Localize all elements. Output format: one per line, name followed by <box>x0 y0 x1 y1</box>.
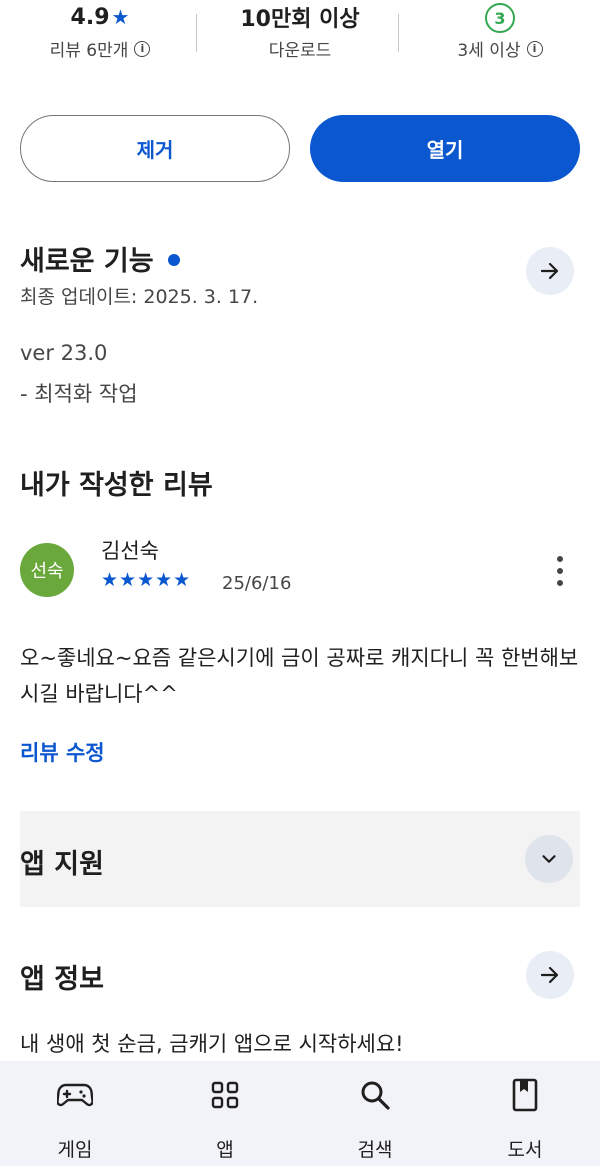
nav-apps[interactable]: 앱 <box>150 1061 300 1166</box>
update-note: - 최적화 작업 <box>20 382 138 406</box>
reviewer-name: 김선숙 <box>101 539 159 563</box>
nav-search[interactable]: 검색 <box>300 1061 450 1166</box>
app-info-arrow-button[interactable] <box>526 951 574 999</box>
rating-value: 4.9 <box>70 4 110 30</box>
chevron-down-icon <box>542 855 556 863</box>
nav-label: 도서 <box>507 1139 543 1161</box>
apps-grid-icon <box>211 1081 239 1109</box>
nav-label: 앱 <box>216 1139 234 1161</box>
info-icon: i <box>526 40 543 57</box>
whats-new-heading: 새로운 기능 <box>20 239 180 278</box>
arrow-right-icon <box>540 262 559 280</box>
nav-label: 검색 <box>357 1139 393 1161</box>
expand-button[interactable] <box>525 835 573 883</box>
avatar: 선숙 <box>20 543 74 597</box>
last-updated: 최종 업데이트: 2025. 3. 17. <box>20 286 259 308</box>
gamepad-icon <box>57 1083 93 1107</box>
star-icon: ★ <box>111 5 130 29</box>
new-indicator-dot <box>167 253 180 266</box>
my-review-title: 내가 작성한 리뷰 <box>20 470 213 501</box>
review-text: 오~좋네요~요즘 같은시기에 금이 공짜로 캐지다니 꼭 한번해보시길 바랍니다… <box>20 646 579 706</box>
review-date: 25/6/16 <box>222 573 292 594</box>
age-stat[interactable]: 3 3세 이상 i <box>400 0 600 80</box>
bottom-navigation: 게임 앱 검색 도서 <box>0 1061 600 1166</box>
more-options-icon[interactable] <box>550 556 570 586</box>
app-description: 내 생애 첫 순금, 금캐기 앱으로 시작하세요! <box>20 1032 404 1056</box>
open-button[interactable]: 열기 <box>310 115 580 182</box>
search-icon <box>361 1081 390 1110</box>
app-support-title: 앱 지원 <box>20 849 104 880</box>
version-text: ver 23.0 <box>20 341 108 365</box>
rating-label: 리뷰 6만개 <box>49 41 129 61</box>
divider <box>196 14 197 52</box>
nav-games[interactable]: 게임 <box>0 1061 150 1166</box>
book-icon <box>512 1078 538 1112</box>
app-support-row[interactable]: 앱 지원 <box>20 811 580 907</box>
edit-review-link[interactable]: 리뷰 수정 <box>20 737 105 767</box>
star-rating: ★★★★★ <box>101 569 192 591</box>
downloads-value: 10만회 이상 <box>240 7 360 32</box>
arrow-right-icon <box>540 966 559 984</box>
divider <box>398 14 399 52</box>
info-icon: i <box>134 40 151 57</box>
stats-row: 4.9 ★ 리뷰 6만개 i 10만회 이상 다운로드 3 3세 이상 i <box>0 0 600 80</box>
nav-label: 게임 <box>57 1139 93 1161</box>
downloads-stat: 10만회 이상 다운로드 <box>200 0 400 80</box>
age-label: 3세 이상 <box>457 41 521 61</box>
rating-stat[interactable]: 4.9 ★ 리뷰 6만개 i <box>0 0 200 80</box>
whats-new-title: 새로운 기능 <box>20 246 154 277</box>
remove-button[interactable]: 제거 <box>20 115 290 182</box>
app-info-title: 앱 정보 <box>20 964 104 995</box>
downloads-label: 다운로드 <box>268 41 332 61</box>
age-rating-badge: 3 <box>485 3 515 33</box>
nav-books[interactable]: 도서 <box>450 1061 600 1166</box>
whats-new-arrow-button[interactable] <box>526 247 574 295</box>
